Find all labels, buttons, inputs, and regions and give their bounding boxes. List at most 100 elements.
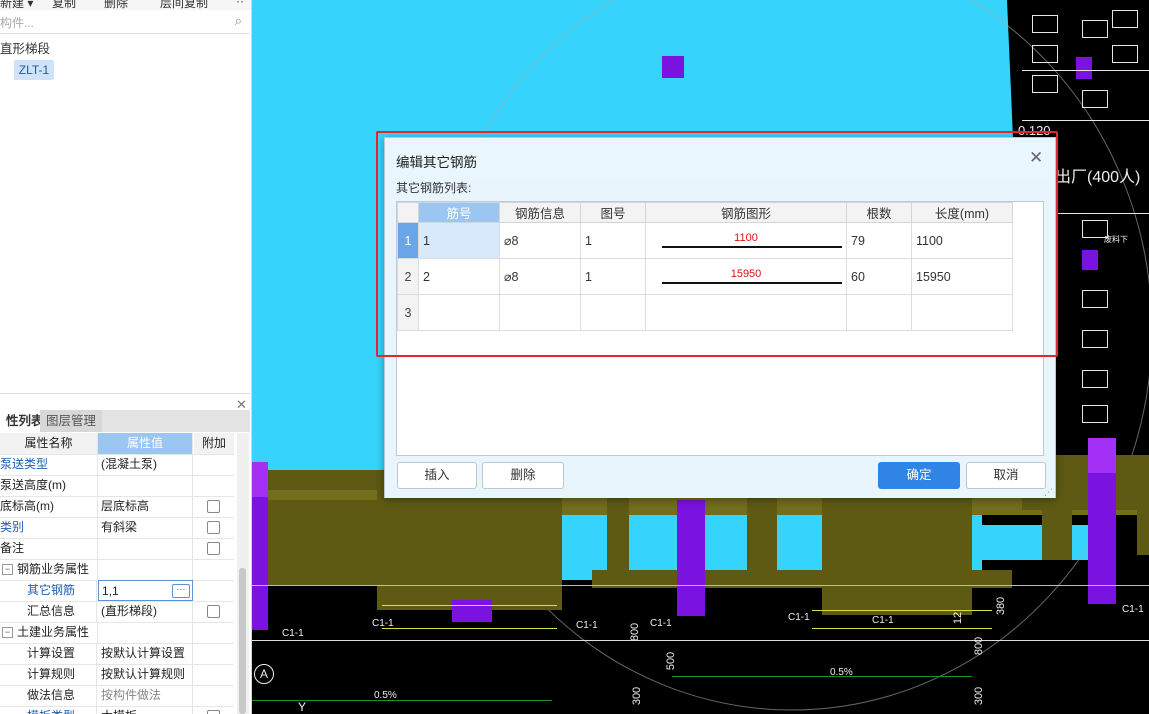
property-row[interactable]: 模板类型 木模板 xyxy=(0,706,234,714)
attach-checkbox[interactable] xyxy=(207,542,220,555)
property-extra xyxy=(194,580,234,601)
property-value[interactable]: 1,1 xyxy=(102,584,119,598)
dimension-label: 500 xyxy=(665,651,678,671)
floor-copy-button[interactable]: 层间复制 xyxy=(160,0,208,10)
cad-label: C1-1 xyxy=(282,628,304,639)
component-toolbar: 新建 ▾ 复制 删除 层间复制 ·· xyxy=(0,0,251,10)
dimension-label: 800 xyxy=(973,636,986,656)
cad-line xyxy=(252,585,1149,586)
cad-label: C1-1 xyxy=(872,615,894,626)
cad-block xyxy=(1082,290,1108,308)
property-row[interactable]: 做法信息 按构件做法 xyxy=(0,685,234,707)
tree-item-zlt1[interactable]: ZLT-1 xyxy=(14,60,54,80)
tab-layer-management[interactable]: 图层管理 xyxy=(40,410,103,432)
property-scrollbar[interactable] xyxy=(237,433,249,714)
cad-block xyxy=(1082,405,1108,423)
property-name: 泵送高度(m) xyxy=(0,475,98,496)
collapse-icon[interactable]: − xyxy=(2,564,13,576)
ellipsis-button[interactable]: ··· xyxy=(172,584,190,598)
slope-label: 0.5% xyxy=(374,690,397,701)
search-input[interactable]: 构件... xyxy=(0,14,34,31)
property-extra xyxy=(194,601,234,622)
attach-checkbox[interactable] xyxy=(207,521,220,534)
property-value[interactable]: 按默认计算设置 xyxy=(98,643,193,664)
cad-block xyxy=(1082,90,1108,108)
property-value[interactable] xyxy=(98,538,193,559)
other-rebar-value-field[interactable]: 1,1 ··· xyxy=(98,580,193,601)
cad-line xyxy=(252,700,552,701)
property-name: 汇总信息 xyxy=(0,601,97,622)
axis-y-label: Y xyxy=(298,700,307,714)
property-value[interactable]: 按默认计算规则 xyxy=(98,664,193,685)
search-icon[interactable]: ⌕ xyxy=(235,13,242,29)
property-row[interactable]: 备注 xyxy=(0,538,234,560)
column xyxy=(747,490,777,570)
property-row[interactable]: 汇总信息 (直形梯段) xyxy=(0,601,234,623)
property-extra xyxy=(194,706,234,714)
property-value[interactable]: 木模板 xyxy=(98,706,193,714)
attach-checkbox[interactable] xyxy=(207,605,220,618)
close-icon[interactable]: ✕ xyxy=(236,397,248,412)
component-search[interactable]: 构件... ⌕ xyxy=(0,10,250,34)
cad-line xyxy=(252,640,1149,641)
property-extra xyxy=(194,559,234,580)
delete-button[interactable]: 删除 xyxy=(104,0,128,10)
property-extra xyxy=(194,622,234,643)
property-row[interactable]: 底标高(m) 层底标高 xyxy=(0,496,234,518)
group-label: 钢筋业务属性 xyxy=(17,562,90,576)
more-icon[interactable]: ·· xyxy=(236,0,244,8)
header-name: 属性名称 xyxy=(0,433,98,454)
property-value[interactable]: (混凝土泵) xyxy=(98,454,193,475)
copy-button[interactable]: 复制 xyxy=(52,0,76,10)
dimension-label: 300 xyxy=(631,686,644,706)
new-button[interactable]: 新建 ▾ xyxy=(0,0,33,10)
property-extra xyxy=(194,475,234,496)
cad-block xyxy=(1082,330,1108,348)
slope-label: 0.5% xyxy=(830,667,853,678)
property-value[interactable]: 按构件做法 xyxy=(98,685,193,706)
column xyxy=(607,490,629,570)
cad-block xyxy=(1032,45,1058,63)
purple-column xyxy=(452,600,492,622)
property-value[interactable] xyxy=(98,475,193,496)
cad-label: C1-1 xyxy=(788,612,810,623)
cad-label: C1-1 xyxy=(1122,604,1144,615)
property-value[interactable]: 有斜梁 xyxy=(98,517,193,538)
property-row[interactable]: 泵送类型 (混凝土泵) xyxy=(0,454,234,476)
property-row[interactable]: 计算设置 按默认计算设置 xyxy=(0,643,234,665)
property-extra xyxy=(194,664,234,685)
dimension-label: 380 xyxy=(995,596,1008,616)
tree-group-label[interactable]: 直形梯段 xyxy=(0,38,50,57)
cancel-button[interactable]: 取消 xyxy=(966,462,1046,489)
beam xyxy=(377,490,562,610)
attach-checkbox[interactable] xyxy=(207,500,220,513)
resize-grip-icon[interactable]: ⋰ xyxy=(1044,487,1053,498)
property-group-row[interactable]: − 钢筋业务属性 xyxy=(0,559,234,581)
insert-button[interactable]: 插入 xyxy=(397,462,477,489)
property-row[interactable]: 其它钢筋 1,1 ··· xyxy=(0,580,234,602)
property-name: 泵送类型 xyxy=(0,454,98,475)
ok-button[interactable]: 确定 xyxy=(878,462,960,489)
property-group-row[interactable]: − 土建业务属性 xyxy=(0,622,234,644)
cad-line xyxy=(1022,70,1149,71)
delete-row-button[interactable]: 删除 xyxy=(482,462,564,489)
property-extra xyxy=(194,685,234,706)
property-row[interactable]: 泵送高度(m) xyxy=(0,475,234,497)
property-value[interactable]: 层底标高 xyxy=(98,496,193,517)
cad-block xyxy=(1112,10,1138,28)
property-name: 类别 xyxy=(0,517,98,538)
purple-column xyxy=(1082,250,1098,270)
purple-column-top xyxy=(252,462,268,497)
cad-line xyxy=(1022,120,1149,121)
left-panel: 新建 ▾ 复制 删除 层间复制 ·· 构件... ⌕ 直形梯段 ZLT-1 ✕ … xyxy=(0,0,252,714)
property-tabs: 性列表 图层管理 xyxy=(0,410,250,432)
collapse-icon[interactable]: − xyxy=(2,627,13,639)
dimension-label: 800 xyxy=(629,622,642,642)
cad-block xyxy=(1082,370,1108,388)
scrollbar-thumb[interactable] xyxy=(239,568,246,714)
property-name: 做法信息 xyxy=(0,685,97,706)
property-row[interactable]: 类别 有斜梁 xyxy=(0,517,234,539)
property-row[interactable]: 计算规则 按默认计算规则 xyxy=(0,664,234,686)
property-value[interactable]: (直形梯段) xyxy=(98,601,193,622)
attach-checkbox[interactable] xyxy=(207,710,220,714)
